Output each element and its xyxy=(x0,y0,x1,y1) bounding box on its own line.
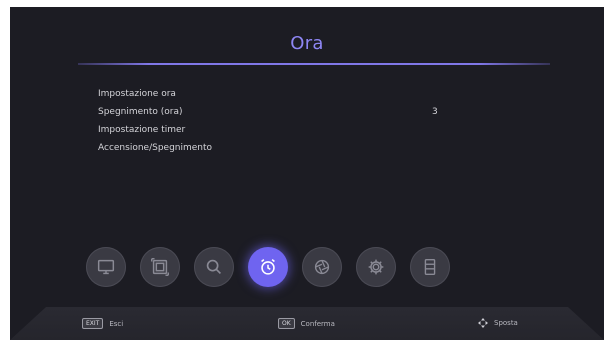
menu-item-label: Impostazione timer xyxy=(98,125,186,135)
storage-icon xyxy=(424,258,436,276)
move-hint: Sposta xyxy=(478,318,518,328)
gear-icon xyxy=(368,259,384,275)
ok-key[interactable]: OK xyxy=(278,318,295,329)
tv-menu-screen: Ora Impostazione ora Spegnimento (ora) 3… xyxy=(10,7,604,340)
ok-label: Conferma xyxy=(300,319,335,328)
tv-icon xyxy=(97,259,115,275)
storage-category-button[interactable] xyxy=(410,247,450,287)
time-category-button[interactable] xyxy=(248,247,288,287)
aperture-icon xyxy=(314,259,330,275)
settings-category-button[interactable] xyxy=(356,247,396,287)
page-title: Ora xyxy=(290,33,324,54)
search-icon xyxy=(206,259,222,275)
menu-item-timer-setting[interactable]: Impostazione timer xyxy=(98,121,468,139)
move-label: Sposta xyxy=(494,319,518,327)
footer-hint-bar: EXIT Esci OK Conferma Sposta xyxy=(10,307,604,340)
menu-item-label: Impostazione ora xyxy=(98,89,176,99)
ok-hint: OK Conferma xyxy=(278,318,335,329)
menu-item-label: Spegnimento (ora) xyxy=(98,107,183,117)
menu-item-power-on-off[interactable]: Accensione/Spegnimento xyxy=(98,139,468,157)
dpad-arrows-icon xyxy=(478,318,488,328)
picture-icon xyxy=(151,258,169,276)
exit-hint: EXIT Esci xyxy=(82,318,123,329)
search-category-button[interactable] xyxy=(194,247,234,287)
menu-item-sleep-timer[interactable]: Spegnimento (ora) 3 xyxy=(98,103,468,121)
menu-item-label: Accensione/Spegnimento xyxy=(98,143,213,153)
title-divider xyxy=(78,63,550,65)
menu-item-value: 3 xyxy=(432,107,438,117)
settings-menu: Impostazione ora Spegnimento (ora) 3 Imp… xyxy=(98,85,468,157)
menu-item-time-setting[interactable]: Impostazione ora xyxy=(98,85,468,103)
alarm-clock-icon xyxy=(261,259,275,275)
exit-label: Esci xyxy=(109,319,124,328)
category-icon-bar xyxy=(86,247,450,287)
exit-key[interactable]: EXIT xyxy=(82,318,104,329)
picture-category-button[interactable] xyxy=(140,247,180,287)
tv-category-button[interactable] xyxy=(86,247,126,287)
media-category-button[interactable] xyxy=(302,247,342,287)
